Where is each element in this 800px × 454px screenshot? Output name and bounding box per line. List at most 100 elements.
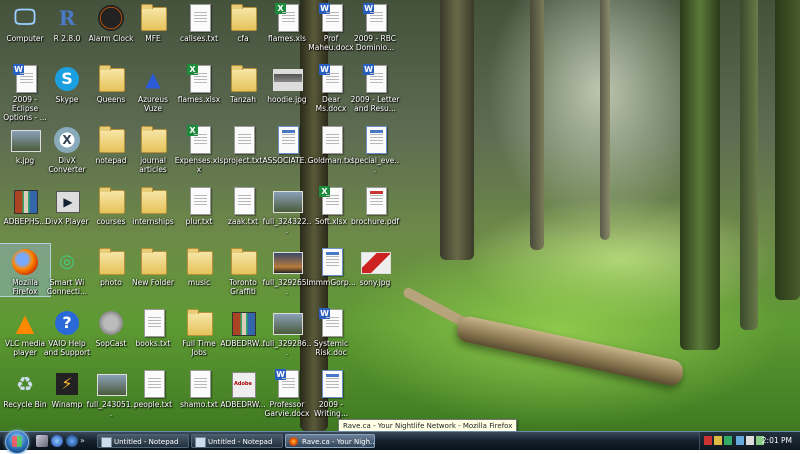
- archive-icon: [228, 308, 258, 338]
- desktop-icon[interactable]: books.txt: [128, 305, 178, 348]
- desktop-icon[interactable]: brochure.pdf: [350, 183, 400, 226]
- desktop-icon[interactable]: hoodie.jpg: [262, 61, 312, 104]
- switch-windows-icon[interactable]: [51, 435, 63, 447]
- folder-icon: [138, 3, 168, 33]
- desktop-icon[interactable]: ASSOCIATE...: [262, 122, 312, 165]
- desktop-icon-label: callses.txt: [179, 34, 219, 43]
- desktop-icon-label: special_eve...: [350, 156, 400, 174]
- desktop-icon[interactable]: ADBEDRW...: [218, 366, 268, 409]
- clock-icon: [96, 3, 126, 33]
- desktop-icon[interactable]: sony.jpg: [350, 244, 400, 287]
- folder-icon: [228, 64, 258, 94]
- desktop-icon[interactable]: Systemic Risk.doc: [306, 305, 356, 357]
- excel-icon: [316, 186, 346, 216]
- taskbar-button-label: Untitled - Notepad: [208, 438, 273, 446]
- desktop-icon-label: flames.xlsx: [177, 95, 221, 104]
- desktop-icon[interactable]: 2009 - RBC Dominio...: [350, 0, 400, 52]
- desktop-icon-label: Tanzah: [230, 95, 256, 104]
- desktop-icon[interactable]: zaak.txt: [218, 183, 268, 226]
- desktop-icon-label: 2009 - Letter and Resu...: [350, 95, 400, 113]
- desktop-icon-label: Prof Maheu.docx: [308, 34, 354, 52]
- archive-icon: [10, 186, 40, 216]
- desktop-icon-label: R 2.8.0: [53, 34, 81, 43]
- desktop-icon[interactable]: MFE: [128, 0, 178, 43]
- desktop-icon-label: 2009 - RBC Dominio...: [353, 34, 397, 52]
- desktop-icon[interactable]: Prof Maheu.docx: [306, 0, 356, 52]
- wallpaper-tree: [680, 0, 720, 350]
- desktop-icon[interactable]: R R 2.8.0: [42, 0, 92, 43]
- desktop-icon-label: DivX Player: [45, 217, 89, 226]
- network-icon[interactable]: [736, 436, 744, 445]
- image-icon: [272, 186, 303, 216]
- desktop-icon[interactable]: plur.txt: [174, 183, 224, 226]
- desktop-icon-label: VAIO Help and Support: [43, 339, 91, 357]
- desktop-icon[interactable]: special_eve...: [350, 122, 400, 174]
- desktop-icon-label: Full Time Jobs: [182, 339, 216, 357]
- desktop-icon[interactable]: project.txt: [218, 122, 268, 165]
- text-file-icon: [228, 125, 258, 155]
- desktop-icon[interactable]: Professor Garvie.docx: [262, 366, 312, 418]
- skype-icon: S: [52, 64, 82, 94]
- desktop-icon[interactable]: X DivX Converter: [42, 122, 92, 174]
- desktop-icon[interactable]: full_324322...: [262, 183, 312, 235]
- desktop-icon[interactable]: 2009 - Writing...: [306, 366, 356, 418]
- desktop-icon-label: flames.xls: [268, 34, 306, 43]
- image-icon: [360, 247, 391, 277]
- desktop-icon[interactable]: cfa: [218, 0, 268, 43]
- desktop-icon[interactable]: Expenses.xlsx: [174, 122, 224, 174]
- desktop-icon[interactable]: ADBEDRW...: [218, 305, 268, 348]
- desktop-icon[interactable]: people.txt: [128, 366, 178, 409]
- clock[interactable]: 2:01 PM: [762, 432, 792, 450]
- winamp-icon: ⚡: [52, 369, 82, 399]
- tray-app-icon[interactable]: [714, 436, 722, 445]
- word-doc-icon: [316, 3, 346, 33]
- tray-app-icon[interactable]: [704, 436, 712, 445]
- internet-explorer-icon[interactable]: [66, 435, 78, 447]
- desktop-icon[interactable]: ⚡ Winamp: [42, 366, 92, 409]
- desktop-icon[interactable]: ? VAIO Help and Support: [42, 305, 92, 357]
- desktop-icon-label: project.txt: [223, 156, 263, 165]
- desktop-icon-label: Dear Ms.docx: [315, 95, 347, 113]
- desktop-icon[interactable]: ▶ DivX Player: [42, 183, 92, 226]
- taskbar-button-notepad-2[interactable]: Untitled - Notepad: [191, 434, 283, 448]
- desktop-icon[interactable]: flames.xls: [262, 0, 312, 43]
- taskbar-button-firefox[interactable]: Rave.ca - Your Nigh...: [285, 434, 375, 448]
- desktop-icon[interactable]: flames.xlsx: [174, 61, 224, 104]
- start-button[interactable]: [5, 430, 29, 454]
- quick-launch-chevron-icon[interactable]: »: [80, 435, 88, 447]
- desktop-icon-label: MFE: [145, 34, 161, 43]
- taskbar-button-notepad-1[interactable]: Untitled - Notepad: [97, 434, 189, 448]
- show-desktop-icon[interactable]: [36, 435, 48, 447]
- word-doc-icon: [10, 64, 40, 94]
- desktop-icon[interactable]: S Skype: [42, 61, 92, 104]
- desktop-icon[interactable]: shamo.txt: [174, 366, 224, 409]
- tooltip: Rave.ca - Your Nightlife Network - Mozil…: [338, 419, 518, 431]
- desktop-icon[interactable]: full_329265...: [262, 244, 312, 296]
- desktop-icon[interactable]: callses.txt: [174, 0, 224, 43]
- folder-icon: [228, 3, 258, 33]
- desktop-icon[interactable]: 2009 - Letter and Resu...: [350, 61, 400, 113]
- desktop-icon[interactable]: Full Time Jobs: [174, 305, 224, 357]
- desktop-icon[interactable]: Goldman.txt: [306, 122, 356, 165]
- wallpaper-tree: [530, 0, 544, 250]
- desktop-icon[interactable]: ▲ Azureus Vuze: [128, 61, 178, 113]
- desktop-icon[interactable]: internships: [128, 183, 178, 226]
- desktop-icon[interactable]: New Folder: [128, 244, 178, 287]
- desktop-icon[interactable]: Toronto Graffiti: [218, 244, 268, 296]
- desktop-icon[interactable]: full_329286...: [262, 305, 312, 357]
- desktop-icon[interactable]: Dear Ms.docx: [306, 61, 356, 113]
- desktop-icon[interactable]: Tanzah: [218, 61, 268, 104]
- desktop-icon-label: ADBEDRW...: [220, 400, 266, 409]
- folder-icon: [228, 247, 258, 277]
- desktop-icon[interactable]: music: [174, 244, 224, 287]
- desktop-icon[interactable]: ImmmGorp...: [306, 244, 356, 287]
- desktop-icon-label: brochure.pdf: [351, 217, 399, 226]
- desktop-icon[interactable]: journal articles: [128, 122, 178, 174]
- desktop[interactable]: 🖵Computer2009 - Eclipse Options - ...k.j…: [0, 0, 800, 431]
- desktop-icon[interactable]: ◎ Smart Wi Connecti...: [42, 244, 92, 296]
- desktop-icon[interactable]: Soft.xlsx: [306, 183, 356, 226]
- desktop-icon-label: Skype: [55, 95, 79, 104]
- tray-app-icon[interactable]: [724, 436, 732, 445]
- desktop-icon-label: ImmmGorp...: [306, 278, 356, 287]
- volume-icon[interactable]: [746, 436, 754, 445]
